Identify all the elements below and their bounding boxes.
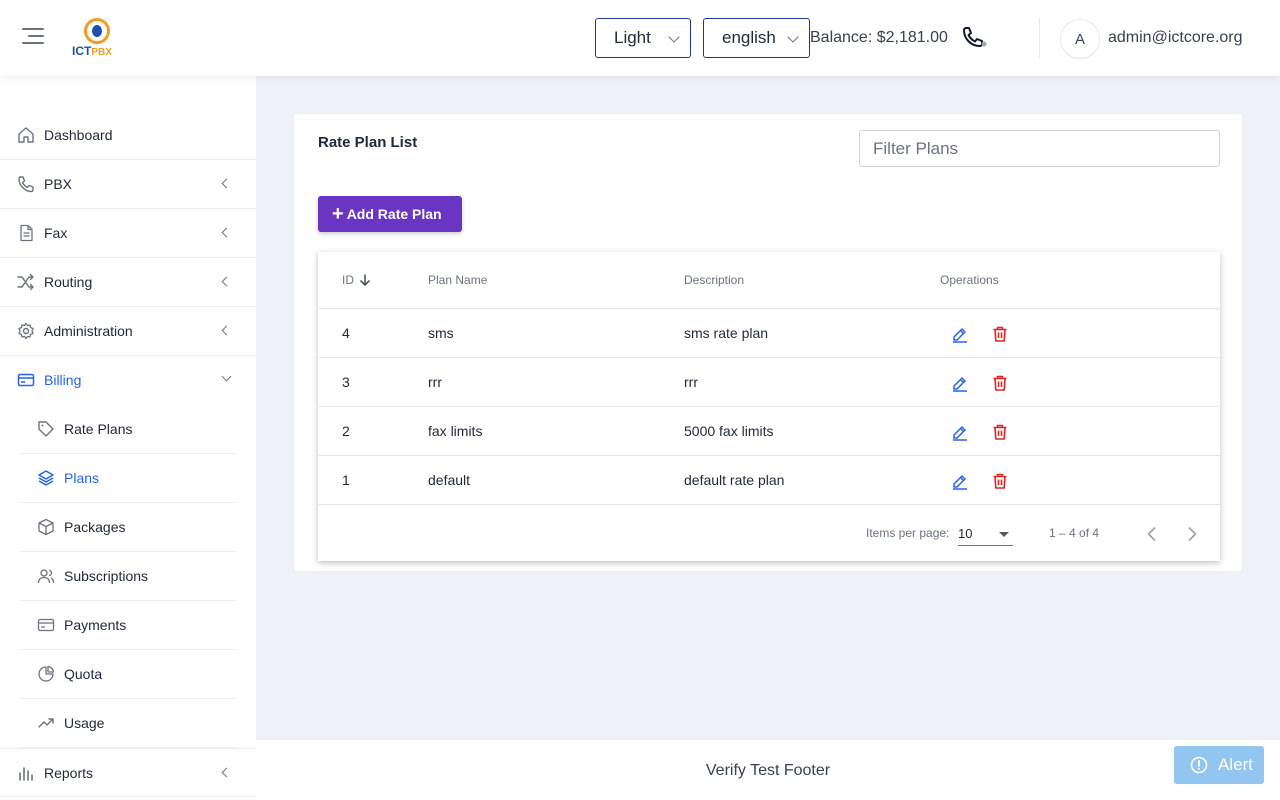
cell-plan-name: sms	[428, 325, 454, 341]
page-title: Rate Plan List	[318, 134, 418, 151]
chevron-down-icon	[221, 371, 232, 382]
cell-id: 2	[342, 423, 350, 439]
previous-page-icon[interactable]	[1142, 524, 1162, 544]
user-email[interactable]: admin@ictcore.org	[1108, 29, 1243, 47]
sidebar-subitem-subscriptions[interactable]: Subscriptions	[20, 552, 236, 601]
shuffle-icon	[17, 273, 34, 291]
language-select[interactable]: english	[703, 18, 810, 58]
theme-select-value: Light	[614, 28, 651, 47]
cell-plan-name: rrr	[428, 374, 442, 390]
chevron-left-icon	[221, 227, 232, 238]
sidebar-subitem-quota[interactable]: Quota	[20, 650, 236, 699]
edit-icon[interactable]	[951, 423, 969, 441]
sidebar-subitem-usage[interactable]: Usage	[20, 699, 236, 748]
balance-display: Balance: $2,181.00	[810, 29, 948, 46]
column-header-description: Description	[684, 273, 745, 287]
delete-icon[interactable]	[991, 374, 1009, 392]
page-range-label: 1 – 4 of 4	[1049, 526, 1100, 540]
user-avatar[interactable]: A	[1060, 19, 1100, 59]
sidebar: Dashboard PBX Fax Routing Administration…	[0, 76, 256, 800]
alert-button[interactable]: Alert	[1174, 746, 1264, 784]
edit-icon[interactable]	[951, 374, 969, 392]
pie-chart-icon	[38, 665, 55, 682]
tag-icon	[38, 421, 54, 437]
column-header-operations: Operations	[940, 273, 999, 287]
chevron-down-icon	[668, 31, 680, 43]
add-rate-plan-button[interactable]: + Add Rate Plan	[318, 196, 462, 232]
chevron-down-icon	[787, 31, 799, 43]
items-per-page-select[interactable]: 10	[958, 522, 1013, 546]
table-row: 2 fax limits 5000 fax limits	[318, 407, 1220, 456]
plus-icon: +	[332, 203, 344, 225]
app-logo[interactable]: ICTPBX	[72, 16, 126, 62]
sidebar-item-pbx[interactable]: PBX	[0, 160, 256, 209]
cell-description: 5000 fax limits	[684, 423, 774, 439]
column-header-id[interactable]: ID	[342, 273, 354, 287]
delete-icon[interactable]	[991, 423, 1009, 441]
top-header: ICTPBX Light english Balance: $2,181.00 …	[0, 0, 1280, 76]
rate-plan-card: Rate Plan List + Add Rate Plan ID Plan N…	[293, 113, 1243, 572]
cell-plan-name: default	[428, 472, 471, 488]
layers-icon	[38, 470, 54, 486]
sidebar-item-routing[interactable]: Routing	[0, 258, 256, 307]
sidebar-item-dashboard[interactable]: Dashboard	[0, 111, 256, 160]
sidebar-subitem-plans[interactable]: Plans	[20, 454, 236, 503]
logo-mark-icon	[84, 18, 110, 44]
table-row: 4 sms sms rate plan	[318, 309, 1220, 358]
caret-down-icon	[999, 532, 1009, 537]
home-icon	[18, 127, 34, 143]
card-icon	[37, 618, 55, 632]
gear-icon	[18, 322, 34, 340]
delete-icon[interactable]	[991, 472, 1009, 490]
alert-circle-icon	[1190, 756, 1208, 774]
sidebar-subitem-packages[interactable]: Packages	[20, 503, 236, 552]
edit-icon[interactable]	[951, 472, 969, 490]
sidebar-subitem-rate-plans[interactable]: Rate Plans	[20, 405, 236, 454]
cell-description: default rate plan	[684, 472, 785, 488]
next-page-icon[interactable]	[1182, 524, 1202, 544]
cell-id: 3	[342, 374, 350, 390]
cell-description: rrr	[684, 374, 698, 390]
sidebar-item-reports[interactable]: Reports	[0, 748, 256, 797]
cell-id: 1	[342, 472, 350, 488]
logo-text: ICTPBX	[72, 44, 112, 58]
phone-status-icon[interactable]	[960, 27, 988, 51]
bar-chart-icon	[19, 767, 33, 781]
items-per-page-label: Items per page:	[866, 526, 950, 540]
trending-up-icon	[38, 718, 54, 728]
chevron-left-icon	[221, 767, 232, 778]
language-select-value: english	[722, 28, 776, 47]
column-header-plan-name: Plan Name	[428, 273, 488, 287]
edit-icon[interactable]	[951, 325, 969, 343]
footer-text: Verify Test Footer	[705, 762, 831, 779]
sidebar-item-fax[interactable]: Fax	[0, 209, 256, 258]
filter-plans-input[interactable]	[859, 130, 1220, 167]
chevron-left-icon	[221, 178, 232, 189]
theme-select[interactable]: Light	[595, 18, 691, 58]
sidebar-item-administration[interactable]: Administration	[0, 307, 256, 356]
sort-descending-icon[interactable]	[358, 273, 372, 287]
box-icon	[38, 518, 54, 536]
users-icon	[37, 569, 55, 584]
chevron-left-icon	[221, 325, 232, 336]
table-row: 1 default default rate plan	[318, 456, 1220, 505]
table-row: 3 rrr rrr	[318, 358, 1220, 407]
credit-card-icon	[17, 373, 35, 387]
cell-id: 4	[342, 325, 350, 341]
paginator: Items per page: 10 1 – 4 of 4	[318, 506, 1220, 561]
delete-icon[interactable]	[991, 325, 1009, 343]
sidebar-subitem-payments[interactable]: Payments	[20, 601, 236, 650]
rate-plan-table: ID Plan Name Description Operations 4 sm…	[318, 252, 1220, 561]
header-divider	[1039, 18, 1040, 58]
cell-description: sms rate plan	[684, 325, 769, 341]
sidebar-item-billing[interactable]: Billing	[0, 356, 256, 405]
menu-toggle-icon[interactable]	[22, 28, 46, 48]
document-icon	[20, 224, 33, 242]
phone-icon	[18, 176, 34, 193]
cell-plan-name: fax limits	[428, 423, 483, 439]
chevron-left-icon	[221, 276, 232, 287]
page-footer: Verify Test Footer	[256, 740, 1280, 800]
